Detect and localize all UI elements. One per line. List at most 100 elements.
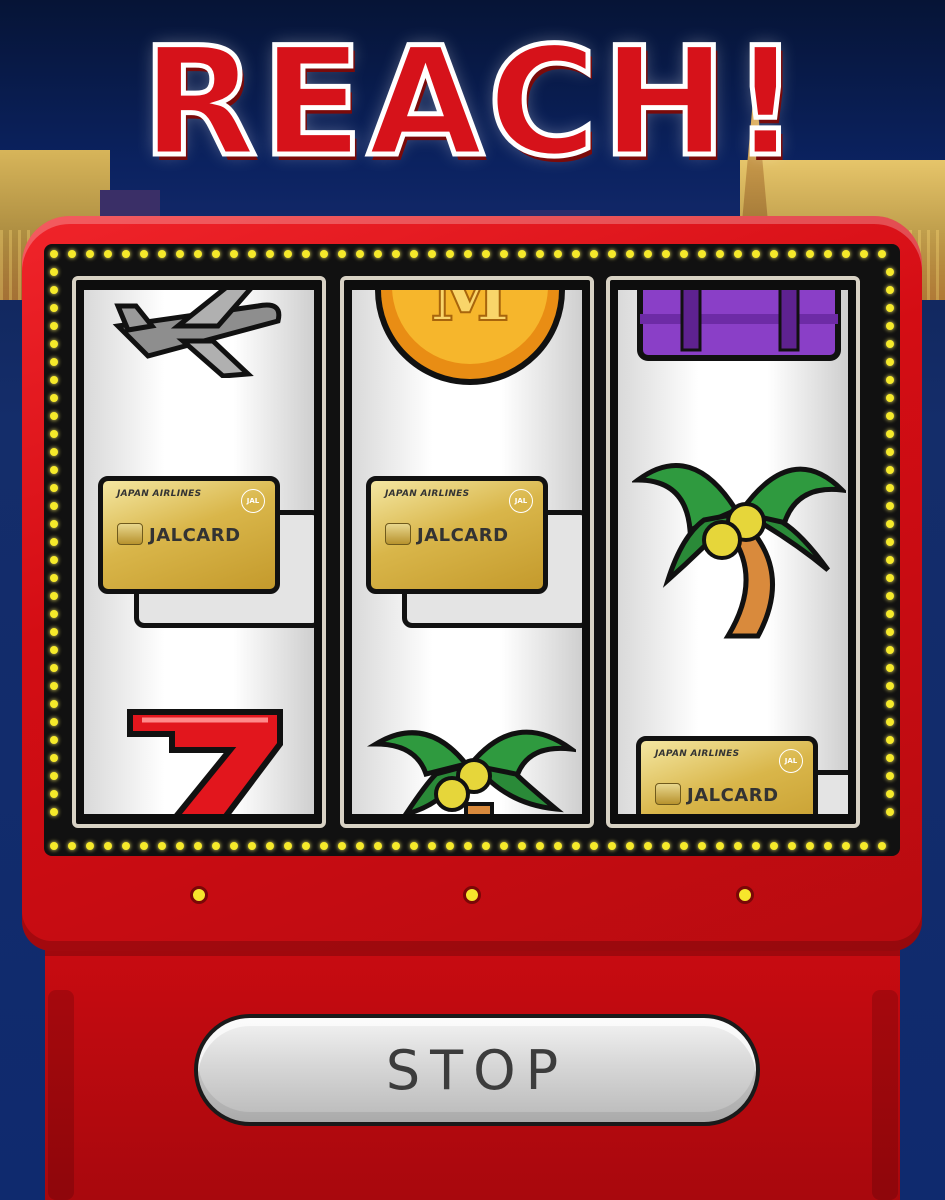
marquee-bulb (886, 268, 894, 276)
marquee-bulb (50, 754, 58, 762)
marquee-bulb (284, 842, 292, 850)
reel-1[interactable]: JAPAN AIRLINES JAL JALCARD (72, 276, 326, 828)
base-groove-left (48, 990, 74, 1200)
marquee-bulb (212, 250, 220, 258)
marquee-bulb (392, 250, 400, 258)
marquee-bulb (886, 790, 894, 798)
marquee-bulb (886, 682, 894, 690)
marquee-bulb (500, 842, 508, 850)
marquee-bulb (374, 250, 382, 258)
marquee-bulb (824, 250, 832, 258)
marquee-bulb (626, 842, 634, 850)
marquee-bulb (50, 842, 58, 850)
reel-3[interactable]: JAPAN AIRLINES JAL JALCARD (606, 276, 860, 828)
marquee-bulb (50, 664, 58, 672)
card-airline-text: JAPAN AIRLINES (117, 489, 202, 499)
marquee-bulb (518, 842, 526, 850)
marquee-bulb (886, 538, 894, 546)
marquee-bulb (428, 842, 436, 850)
marquee-bulb (50, 340, 58, 348)
marquee-bulb (608, 250, 616, 258)
marquee-bulb (392, 842, 400, 850)
marquee-bulb (680, 842, 688, 850)
reel-3-window: JAPAN AIRLINES JAL JALCARD (618, 290, 848, 814)
marquee-bulb (410, 842, 418, 850)
marquee-bulb (410, 250, 418, 258)
marquee-bulb (50, 628, 58, 636)
marquee-bulb (886, 772, 894, 780)
reel-2-window: M JAPAN AIRLINES JAL JALCARD (352, 290, 582, 814)
marquee-bulb (158, 842, 166, 850)
marquee-bulb (50, 592, 58, 600)
card-logo: JAL (779, 749, 803, 773)
marquee-bulb (886, 718, 894, 726)
base-groove-right (872, 990, 898, 1200)
marquee-bulb (446, 250, 454, 258)
seven-icon (127, 709, 283, 814)
marquee-bulb (536, 250, 544, 258)
airplane-icon (112, 290, 282, 378)
card-name-text: JALCARD (149, 525, 241, 546)
marquee-bulb (356, 842, 364, 850)
reel-3-indicator-light (736, 886, 754, 904)
marquee-bulb (886, 412, 894, 420)
marquee-bulb (50, 376, 58, 384)
marquee-bulb (50, 700, 58, 708)
marquee-bulb (626, 250, 634, 258)
marquee-bulb (886, 556, 894, 564)
marquee-bulb (50, 520, 58, 528)
stop-button[interactable]: STOP (194, 1014, 760, 1126)
marquee-bulb (50, 286, 58, 294)
marquee-bulb (50, 556, 58, 564)
marquee-bulb (716, 250, 724, 258)
marquee-bulb (50, 502, 58, 510)
marquee-bulb (886, 736, 894, 744)
marquee-bulb (886, 430, 894, 438)
marquee-bulb (860, 250, 868, 258)
marquee-bulb (320, 250, 328, 258)
marquee-bulb (554, 842, 562, 850)
card-airline-text: JAPAN AIRLINES (385, 489, 470, 499)
marquee-bulb (886, 394, 894, 402)
marquee-bulb (302, 842, 310, 850)
marquee-bulb (50, 304, 58, 312)
reach-title: REACH! (139, 16, 804, 191)
marquee-bulb (158, 250, 166, 258)
card-name-text: JALCARD (687, 785, 779, 806)
marquee-bulb (734, 842, 742, 850)
marquee-bulb (176, 250, 184, 258)
marquee-bulb (536, 842, 544, 850)
marquee-bulb (338, 250, 346, 258)
marquee-bulb (698, 250, 706, 258)
marquee-bulb (886, 448, 894, 456)
marquee-bulb (716, 842, 724, 850)
marquee-bulb (824, 842, 832, 850)
marquee-bulb (554, 250, 562, 258)
marquee-bulb (886, 610, 894, 618)
marquee-bulb (886, 808, 894, 816)
marquee-bulb (886, 502, 894, 510)
marquee-bulb (886, 466, 894, 474)
marquee-bulb (104, 250, 112, 258)
marquee-bulb (356, 250, 364, 258)
marquee-bulb (104, 842, 112, 850)
marquee-bulb (446, 842, 454, 850)
reel-2[interactable]: M JAPAN AIRLINES JAL JALCARD (340, 276, 594, 828)
marquee-bulb (50, 538, 58, 546)
marquee-bulb (266, 842, 274, 850)
card-logo: JAL (509, 489, 533, 513)
card-logo: JAL (241, 489, 265, 513)
marquee-bulb (50, 466, 58, 474)
marquee-bulb (122, 250, 130, 258)
marquee-bulb (50, 808, 58, 816)
marquee-bulb (86, 842, 94, 850)
suitcase-icon (637, 290, 841, 361)
reel-1-indicator-light (190, 886, 208, 904)
marquee-bulb (464, 842, 472, 850)
marquee-bulb (50, 610, 58, 618)
marquee-bulb (860, 842, 868, 850)
marquee-bulb (886, 286, 894, 294)
marquee-bulb (266, 250, 274, 258)
reel-2-indicator-light (463, 886, 481, 904)
marquee-bulb (50, 412, 58, 420)
